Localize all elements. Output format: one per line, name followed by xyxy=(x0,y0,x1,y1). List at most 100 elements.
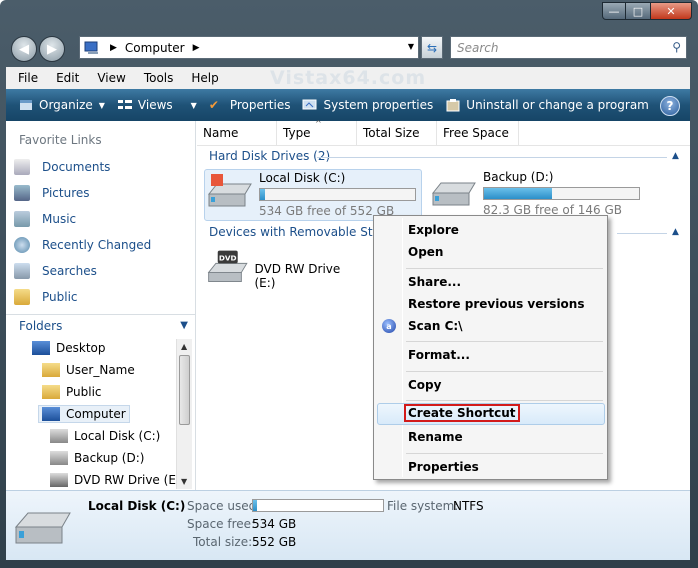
views-button[interactable]: Views ▼ xyxy=(117,98,197,112)
drive-backup-d[interactable]: Backup (D:) 82.3 GB free of 146 GB xyxy=(429,169,659,221)
menu-edit[interactable]: Edit xyxy=(44,71,85,85)
search-placeholder: Search xyxy=(457,41,499,55)
menu-item-restore-previous-versions[interactable]: Restore previous versions xyxy=(408,297,585,311)
collapse-group-icon[interactable]: ▲ xyxy=(672,151,679,161)
column-name[interactable]: Name xyxy=(197,120,277,146)
search-icon[interactable]: ⚲ xyxy=(672,40,681,54)
space-free-value: 534 GB xyxy=(252,517,297,531)
menu-tools[interactable]: Tools xyxy=(132,71,180,85)
scrollbar-thumb[interactable] xyxy=(179,355,190,425)
tree-item-local-disk[interactable]: Local Disk (C:) xyxy=(50,429,160,443)
sidebar-item-music[interactable]: Music xyxy=(14,211,76,227)
column-free-space[interactable]: Free Space xyxy=(437,120,519,146)
column-type[interactable]: ^ Type xyxy=(277,118,357,146)
chevron-down-icon: ▼ xyxy=(190,100,197,110)
menu-item-rename[interactable]: Rename xyxy=(408,430,463,444)
column-total-size[interactable]: Total Size xyxy=(357,120,437,146)
dvd-drive-icon xyxy=(50,473,68,487)
refresh-button[interactable]: ⇆ xyxy=(421,36,443,59)
forward-button[interactable]: ▶ xyxy=(39,36,65,62)
hard-drive-icon xyxy=(207,174,252,207)
system-properties-button[interactable]: System properties xyxy=(302,98,433,112)
sidebar-item-label: Public xyxy=(42,290,78,304)
tree-item-public[interactable]: Public xyxy=(42,385,102,399)
navigation-pane: Favorite Links Documents Pictures Music … xyxy=(6,121,196,490)
breadcrumb-arrow-icon[interactable]: ▶ xyxy=(193,43,200,53)
views-label: Views xyxy=(137,98,173,112)
antivirus-icon: a xyxy=(382,319,396,333)
group-header-hard-disks[interactable]: Hard Disk Drives (2) xyxy=(209,149,330,163)
chevron-down-icon[interactable]: ▼ xyxy=(180,320,188,331)
menu-item-open[interactable]: Open xyxy=(408,245,443,259)
menu-item-format[interactable]: Format... xyxy=(408,348,470,362)
group-divider xyxy=(617,233,667,234)
uninstall-button[interactable]: Uninstall or change a program xyxy=(445,98,649,112)
total-size-value: 552 GB xyxy=(252,535,297,549)
sidebar-item-recently-changed[interactable]: Recently Changed xyxy=(14,237,151,253)
organize-button[interactable]: Organize ▼ xyxy=(18,98,105,112)
menu-item-copy[interactable]: Copy xyxy=(408,378,441,392)
tree-item-computer[interactable]: Computer xyxy=(38,405,130,423)
back-button[interactable]: ◀ xyxy=(11,36,37,62)
drive-icon xyxy=(50,429,68,443)
drive-usage-bar xyxy=(483,187,640,200)
breadcrumb-computer[interactable]: Computer xyxy=(125,41,185,55)
folders-scrollbar[interactable]: ▲ ▼ xyxy=(176,339,192,489)
group-header-removable[interactable]: Devices with Removable Storag xyxy=(209,225,400,239)
tree-item-backup[interactable]: Backup (D:) xyxy=(50,451,144,465)
file-system-label: File system: xyxy=(387,499,459,513)
minimize-button[interactable]: — xyxy=(602,2,626,20)
system-properties-label: System properties xyxy=(323,98,434,112)
tree-item-label: Desktop xyxy=(56,341,106,355)
menu-item-scan[interactable]: Scan C:\ xyxy=(408,319,463,333)
drive-local-disk-c[interactable]: Local Disk (C:) 534 GB free of 552 GB xyxy=(204,169,422,221)
maximize-button[interactable]: □ xyxy=(626,2,650,20)
system-properties-icon xyxy=(302,99,317,110)
sort-ascending-icon: ^ xyxy=(315,118,322,128)
tree-item-user-name[interactable]: User_Name xyxy=(42,363,135,377)
uninstall-icon xyxy=(446,99,460,112)
menu-item-properties[interactable]: Properties xyxy=(408,460,479,474)
tree-item-dvd[interactable]: DVD RW Drive (E:) xyxy=(50,473,185,487)
menu-icon-column xyxy=(402,218,403,477)
sidebar-item-pictures[interactable]: Pictures xyxy=(14,185,90,201)
tree-item-desktop[interactable]: Desktop xyxy=(32,341,106,355)
menu-view[interactable]: View xyxy=(85,71,131,85)
menu-item-share[interactable]: Share... xyxy=(408,275,461,289)
space-free-label: Space free: xyxy=(187,517,256,531)
music-icon xyxy=(14,211,30,227)
menu-item-explore[interactable]: Explore xyxy=(408,223,459,237)
address-dropdown-icon[interactable]: ▼ xyxy=(408,42,414,51)
menu-file[interactable]: File xyxy=(6,71,44,85)
help-button[interactable]: ? xyxy=(660,96,680,116)
properties-button[interactable]: ✔ Properties xyxy=(209,98,291,112)
scroll-up-icon[interactable]: ▲ xyxy=(181,342,187,351)
collapse-group-icon[interactable]: ▲ xyxy=(672,227,679,237)
menu-item-create-shortcut[interactable]: Create Shortcut xyxy=(404,404,520,422)
breadcrumb-arrow-icon[interactable]: ▶ xyxy=(110,43,117,53)
sidebar-item-public[interactable]: Public xyxy=(14,289,78,305)
menu-separator xyxy=(406,453,603,454)
menu-separator xyxy=(406,400,603,401)
column-label: Name xyxy=(203,126,239,140)
views-icon xyxy=(117,100,132,109)
scroll-down-icon[interactable]: ▼ xyxy=(181,477,187,486)
search-input[interactable]: Search ⚲ xyxy=(450,36,687,59)
favorite-links-header: Favorite Links xyxy=(19,133,102,147)
menu-separator xyxy=(406,371,603,372)
drive-name: Local Disk (C:) xyxy=(259,171,346,185)
close-button[interactable]: ✕ xyxy=(650,2,692,20)
sidebar-item-searches[interactable]: Searches xyxy=(14,263,97,279)
refresh-icon: ⇆ xyxy=(426,40,438,55)
checkmark-icon: ✔ xyxy=(208,98,219,112)
details-pane: Local Disk (C:) Space used: File system:… xyxy=(6,490,690,560)
drive-dvd-e[interactable]: DVD DVD RW Drive (E:) xyxy=(205,245,355,297)
watermark: Vistax64.com xyxy=(270,67,427,89)
address-bar[interactable]: ▶ Computer ▶ ▼ xyxy=(79,36,419,59)
menu-help[interactable]: Help xyxy=(179,71,224,85)
drive-name: Backup (D:) xyxy=(483,170,554,184)
drive-icon xyxy=(50,451,68,465)
space-used-bar xyxy=(252,499,384,512)
sidebar-item-documents[interactable]: Documents xyxy=(14,159,110,175)
folders-header[interactable]: Folders ▼ xyxy=(6,314,196,336)
